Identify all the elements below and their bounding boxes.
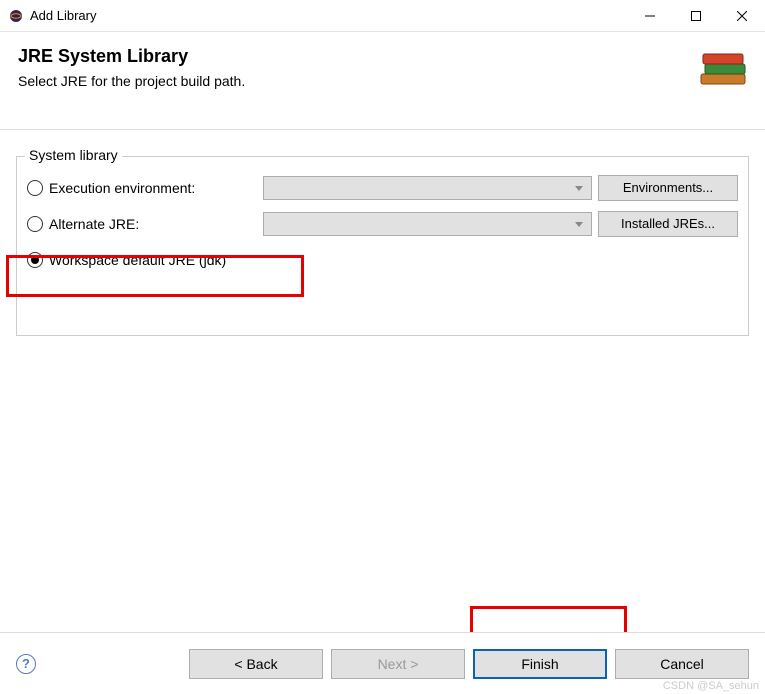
environments-button[interactable]: Environments... bbox=[598, 175, 738, 201]
back-button[interactable]: < Back bbox=[189, 649, 323, 679]
radio-exec-env[interactable]: Execution environment: bbox=[27, 180, 257, 196]
radio-label: Execution environment: bbox=[49, 180, 195, 196]
dialog-footer: ? < Back Next > Finish Cancel bbox=[0, 632, 765, 694]
cancel-button[interactable]: Cancel bbox=[615, 649, 749, 679]
alt-jre-combo[interactable] bbox=[263, 212, 592, 236]
installed-jres-button[interactable]: Installed JREs... bbox=[598, 211, 738, 237]
option-alt-jre-row: Alternate JRE: Installed JREs... bbox=[27, 209, 738, 239]
window-title: Add Library bbox=[30, 8, 627, 23]
eclipse-icon bbox=[8, 8, 24, 24]
close-button[interactable] bbox=[719, 0, 765, 31]
minimize-button[interactable] bbox=[627, 0, 673, 31]
finish-button[interactable]: Finish bbox=[473, 649, 607, 679]
exec-env-combo[interactable] bbox=[263, 176, 592, 200]
dialog-header: JRE System Library Select JRE for the pr… bbox=[0, 32, 765, 130]
radio-icon bbox=[27, 252, 43, 268]
next-button[interactable]: Next > bbox=[331, 649, 465, 679]
option-exec-env-row: Execution environment: Environments... bbox=[27, 173, 738, 203]
window-controls bbox=[627, 0, 765, 31]
radio-icon bbox=[27, 216, 43, 232]
group-label: System library bbox=[25, 147, 122, 163]
radio-alt-jre[interactable]: Alternate JRE: bbox=[27, 216, 257, 232]
help-icon[interactable]: ? bbox=[16, 654, 36, 674]
maximize-button[interactable] bbox=[673, 0, 719, 31]
system-library-group: System library Execution environment: En… bbox=[16, 156, 749, 336]
option-workspace-row: Workspace default JRE (jdk) bbox=[27, 245, 738, 275]
watermark: CSDN @SA_sehun bbox=[663, 680, 759, 692]
radio-workspace-default[interactable]: Workspace default JRE (jdk) bbox=[27, 252, 226, 268]
titlebar: Add Library bbox=[0, 0, 765, 32]
dialog-content: System library Execution environment: En… bbox=[0, 130, 765, 336]
radio-icon bbox=[27, 180, 43, 196]
page-title: JRE System Library bbox=[18, 46, 747, 67]
radio-label: Workspace default JRE (jdk) bbox=[49, 252, 226, 268]
radio-label: Alternate JRE: bbox=[49, 216, 139, 232]
library-books-icon bbox=[695, 46, 755, 96]
page-subtitle: Select JRE for the project build path. bbox=[18, 73, 747, 89]
